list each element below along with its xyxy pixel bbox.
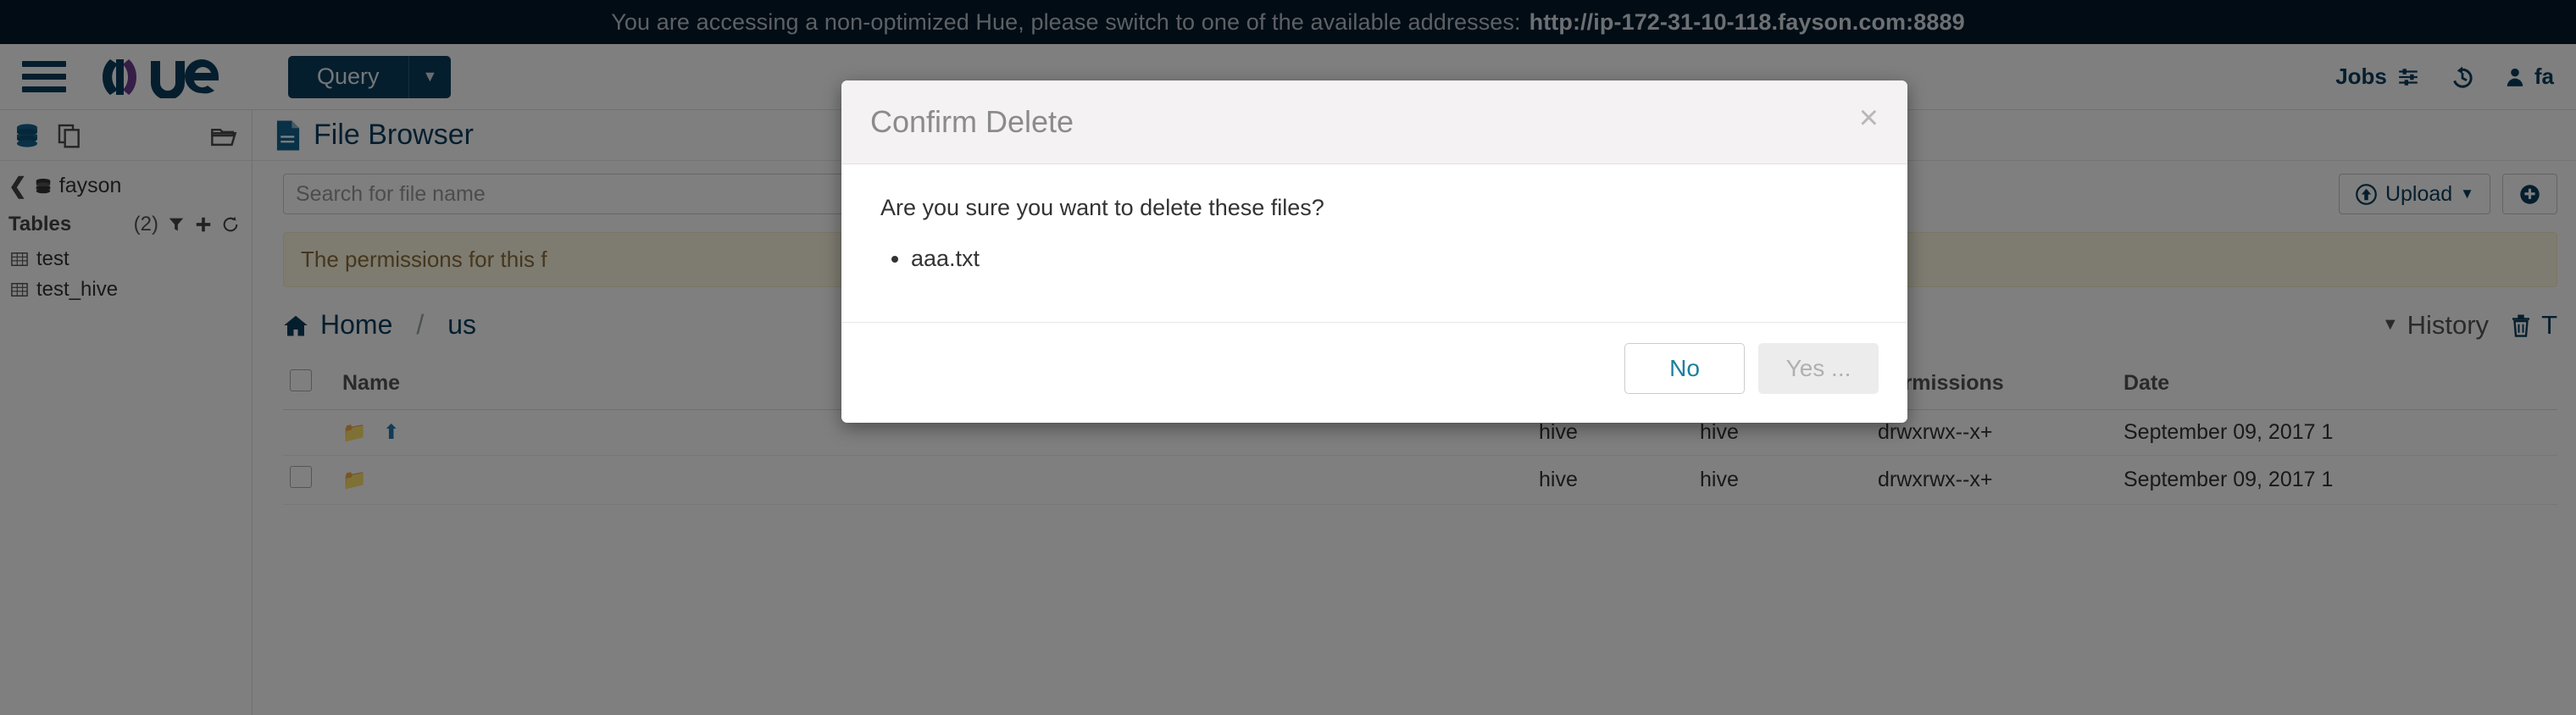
app-page: You are accessing a non-optimized Hue, p…	[0, 0, 2576, 715]
modal-header: Confirm Delete ×	[841, 80, 1907, 164]
confirm-delete-modal: Confirm Delete × Are you sure you want t…	[841, 80, 1907, 423]
modal-body: Are you sure you want to delete these fi…	[841, 164, 1907, 322]
modal-file-list: aaa.txt	[911, 243, 1868, 274]
list-item: aaa.txt	[911, 243, 1868, 274]
no-button[interactable]: No	[1624, 343, 1745, 394]
close-icon[interactable]: ×	[1859, 101, 1879, 135]
modal-title: Confirm Delete	[870, 104, 1074, 139]
yes-button[interactable]: Yes ...	[1758, 343, 1879, 394]
modal-question: Are you sure you want to delete these fi…	[880, 195, 1324, 220]
modal-footer: No Yes ...	[841, 322, 1907, 423]
